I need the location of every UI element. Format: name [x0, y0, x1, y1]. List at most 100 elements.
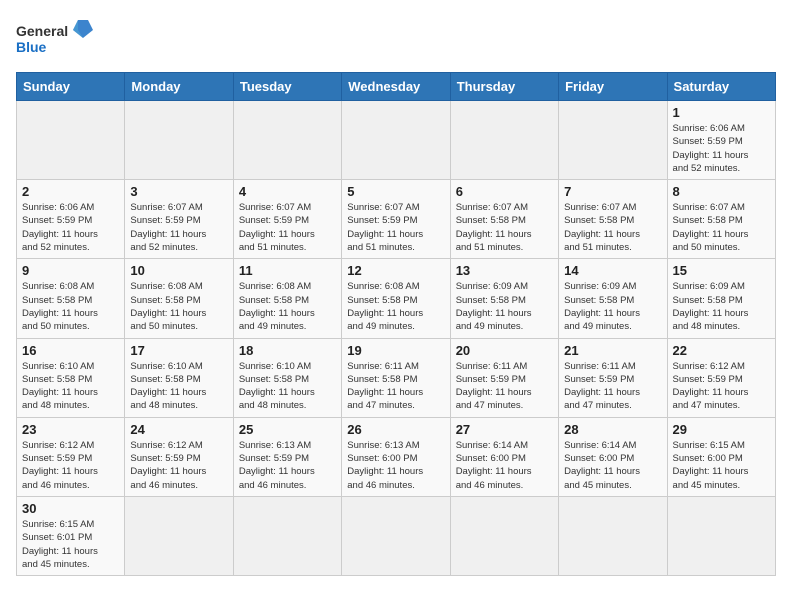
- day-info: Sunrise: 6:13 AM Sunset: 6:00 PM Dayligh…: [347, 439, 444, 492]
- day-info: Sunrise: 6:11 AM Sunset: 5:59 PM Dayligh…: [564, 360, 661, 413]
- calendar-week-row: 16Sunrise: 6:10 AM Sunset: 5:58 PM Dayli…: [17, 338, 776, 417]
- day-number: 7: [564, 184, 661, 199]
- day-info: Sunrise: 6:07 AM Sunset: 5:58 PM Dayligh…: [456, 201, 553, 254]
- day-info: Sunrise: 6:08 AM Sunset: 5:58 PM Dayligh…: [130, 280, 227, 333]
- day-info: Sunrise: 6:15 AM Sunset: 6:00 PM Dayligh…: [673, 439, 770, 492]
- day-info: Sunrise: 6:07 AM Sunset: 5:58 PM Dayligh…: [673, 201, 770, 254]
- calendar-cell: 6 Sunrise: 6:07 AM Sunset: 5:58 PM Daylig…: [450, 180, 558, 259]
- day-number: 25: [239, 422, 336, 437]
- day-info: Sunrise: 6:08 AM Sunset: 5:58 PM Dayligh…: [22, 280, 119, 333]
- day-number: 15: [673, 263, 770, 278]
- day-number: 20: [456, 343, 553, 358]
- day-info: Sunrise: 6:12 AM Sunset: 5:59 PM Dayligh…: [130, 439, 227, 492]
- calendar-cell: 18 Sunrise: 6:10 AM Sunset: 5:58 PM Dayli…: [233, 338, 341, 417]
- day-info: Sunrise: 6:11 AM Sunset: 5:59 PM Dayligh…: [456, 360, 553, 413]
- calendar-cell: 10Sunrise: 6:08 AM Sunset: 5:58 PM Dayli…: [125, 259, 233, 338]
- day-number: 18: [239, 343, 336, 358]
- day-info: Sunrise: 6:14 AM Sunset: 6:00 PM Dayligh…: [456, 439, 553, 492]
- day-number: 30: [22, 501, 119, 516]
- calendar-cell: 8 Sunrise: 6:07 AM Sunset: 5:58 PM Daylig…: [667, 180, 775, 259]
- calendar-week-row: 2 Sunrise: 6:06 AM Sunset: 5:59 PM Daylig…: [17, 180, 776, 259]
- day-info: Sunrise: 6:10 AM Sunset: 5:58 PM Dayligh…: [130, 360, 227, 413]
- day-info: Sunrise: 6:09 AM Sunset: 5:58 PM Dayligh…: [673, 280, 770, 333]
- calendar-cell: [450, 496, 558, 575]
- calendar-cell: [450, 101, 558, 180]
- day-number: 14: [564, 263, 661, 278]
- day-number: 12: [347, 263, 444, 278]
- calendar-cell: 24 Sunrise: 6:12 AM Sunset: 5:59 PM Dayli…: [125, 417, 233, 496]
- logo-svg: General Blue: [16, 16, 96, 60]
- day-number: 2: [22, 184, 119, 199]
- day-number: 6: [456, 184, 553, 199]
- day-info: Sunrise: 6:08 AM Sunset: 5:58 PM Dayligh…: [239, 280, 336, 333]
- calendar-cell: 5 Sunrise: 6:07 AM Sunset: 5:59 PM Daylig…: [342, 180, 450, 259]
- day-info: Sunrise: 6:09 AM Sunset: 5:58 PM Dayligh…: [564, 280, 661, 333]
- calendar-cell: 1 Sunrise: 6:06 AM Sunset: 5:59 PM Daylig…: [667, 101, 775, 180]
- calendar-cell: 21 Sunrise: 6:11 AM Sunset: 5:59 PM Dayli…: [559, 338, 667, 417]
- calendar-cell: 11Sunrise: 6:08 AM Sunset: 5:58 PM Dayli…: [233, 259, 341, 338]
- calendar-cell: 12 Sunrise: 6:08 AM Sunset: 5:58 PM Dayli…: [342, 259, 450, 338]
- calendar-cell: [559, 101, 667, 180]
- calendar-week-row: 23Sunrise: 6:12 AM Sunset: 5:59 PM Dayli…: [17, 417, 776, 496]
- day-number: 3: [130, 184, 227, 199]
- calendar-cell: 29Sunrise: 6:15 AM Sunset: 6:00 PM Dayli…: [667, 417, 775, 496]
- day-number: 24: [130, 422, 227, 437]
- weekday-header-tuesday: Tuesday: [233, 73, 341, 101]
- calendar-cell: 15 Sunrise: 6:09 AM Sunset: 5:58 PM Dayli…: [667, 259, 775, 338]
- calendar-cell: 20 Sunrise: 6:11 AM Sunset: 5:59 PM Dayli…: [450, 338, 558, 417]
- day-info: Sunrise: 6:12 AM Sunset: 5:59 PM Dayligh…: [22, 439, 119, 492]
- day-info: Sunrise: 6:07 AM Sunset: 5:59 PM Dayligh…: [347, 201, 444, 254]
- day-info: Sunrise: 6:07 AM Sunset: 5:59 PM Dayligh…: [239, 201, 336, 254]
- day-info: Sunrise: 6:06 AM Sunset: 5:59 PM Dayligh…: [673, 122, 770, 175]
- calendar-cell: 23Sunrise: 6:12 AM Sunset: 5:59 PM Dayli…: [17, 417, 125, 496]
- day-number: 21: [564, 343, 661, 358]
- calendar-cell: 25 Sunrise: 6:13 AM Sunset: 5:59 PM Dayli…: [233, 417, 341, 496]
- weekday-header-sunday: Sunday: [17, 73, 125, 101]
- day-number: 19: [347, 343, 444, 358]
- calendar-cell: 16Sunrise: 6:10 AM Sunset: 5:58 PM Dayli…: [17, 338, 125, 417]
- calendar-cell: 3 Sunrise: 6:07 AM Sunset: 5:59 PM Daylig…: [125, 180, 233, 259]
- day-number: 17: [130, 343, 227, 358]
- calendar-week-row: 30 Sunrise: 6:15 AM Sunset: 6:01 PM Dayli…: [17, 496, 776, 575]
- calendar-cell: 17 Sunrise: 6:10 AM Sunset: 5:58 PM Dayli…: [125, 338, 233, 417]
- day-number: 8: [673, 184, 770, 199]
- page-header: General Blue: [16, 16, 776, 60]
- weekday-header-friday: Friday: [559, 73, 667, 101]
- calendar-cell: [125, 496, 233, 575]
- weekday-header-wednesday: Wednesday: [342, 73, 450, 101]
- day-info: Sunrise: 6:07 AM Sunset: 5:59 PM Dayligh…: [130, 201, 227, 254]
- day-number: 22: [673, 343, 770, 358]
- logo: General Blue: [16, 16, 96, 60]
- calendar-cell: [17, 101, 125, 180]
- calendar-cell: [125, 101, 233, 180]
- day-number: 5: [347, 184, 444, 199]
- day-number: 4: [239, 184, 336, 199]
- day-info: Sunrise: 6:08 AM Sunset: 5:58 PM Dayligh…: [347, 280, 444, 333]
- weekday-header-thursday: Thursday: [450, 73, 558, 101]
- day-info: Sunrise: 6:15 AM Sunset: 6:01 PM Dayligh…: [22, 518, 119, 571]
- calendar-cell: 27Sunrise: 6:14 AM Sunset: 6:00 PM Dayli…: [450, 417, 558, 496]
- weekday-header-monday: Monday: [125, 73, 233, 101]
- day-number: 13: [456, 263, 553, 278]
- calendar-cell: [342, 101, 450, 180]
- day-info: Sunrise: 6:10 AM Sunset: 5:58 PM Dayligh…: [239, 360, 336, 413]
- calendar-cell: 30 Sunrise: 6:15 AM Sunset: 6:01 PM Dayli…: [17, 496, 125, 575]
- calendar-cell: 28Sunrise: 6:14 AM Sunset: 6:00 PM Dayli…: [559, 417, 667, 496]
- day-info: Sunrise: 6:12 AM Sunset: 5:59 PM Dayligh…: [673, 360, 770, 413]
- day-info: Sunrise: 6:10 AM Sunset: 5:58 PM Dayligh…: [22, 360, 119, 413]
- calendar-cell: 2 Sunrise: 6:06 AM Sunset: 5:59 PM Daylig…: [17, 180, 125, 259]
- calendar-cell: 26 Sunrise: 6:13 AM Sunset: 6:00 PM Dayli…: [342, 417, 450, 496]
- day-info: Sunrise: 6:13 AM Sunset: 5:59 PM Dayligh…: [239, 439, 336, 492]
- day-number: 26: [347, 422, 444, 437]
- day-number: 1: [673, 105, 770, 120]
- calendar-table: SundayMondayTuesdayWednesdayThursdayFrid…: [16, 72, 776, 576]
- calendar-cell: [233, 496, 341, 575]
- day-info: Sunrise: 6:06 AM Sunset: 5:59 PM Dayligh…: [22, 201, 119, 254]
- calendar-cell: 9Sunrise: 6:08 AM Sunset: 5:58 PM Daylig…: [17, 259, 125, 338]
- calendar-cell: [342, 496, 450, 575]
- calendar-cell: 4 Sunrise: 6:07 AM Sunset: 5:59 PM Daylig…: [233, 180, 341, 259]
- calendar-cell: 7Sunrise: 6:07 AM Sunset: 5:58 PM Daylig…: [559, 180, 667, 259]
- calendar-cell: [559, 496, 667, 575]
- calendar-cell: 19Sunrise: 6:11 AM Sunset: 5:58 PM Dayli…: [342, 338, 450, 417]
- calendar-cell: 13Sunrise: 6:09 AM Sunset: 5:58 PM Dayli…: [450, 259, 558, 338]
